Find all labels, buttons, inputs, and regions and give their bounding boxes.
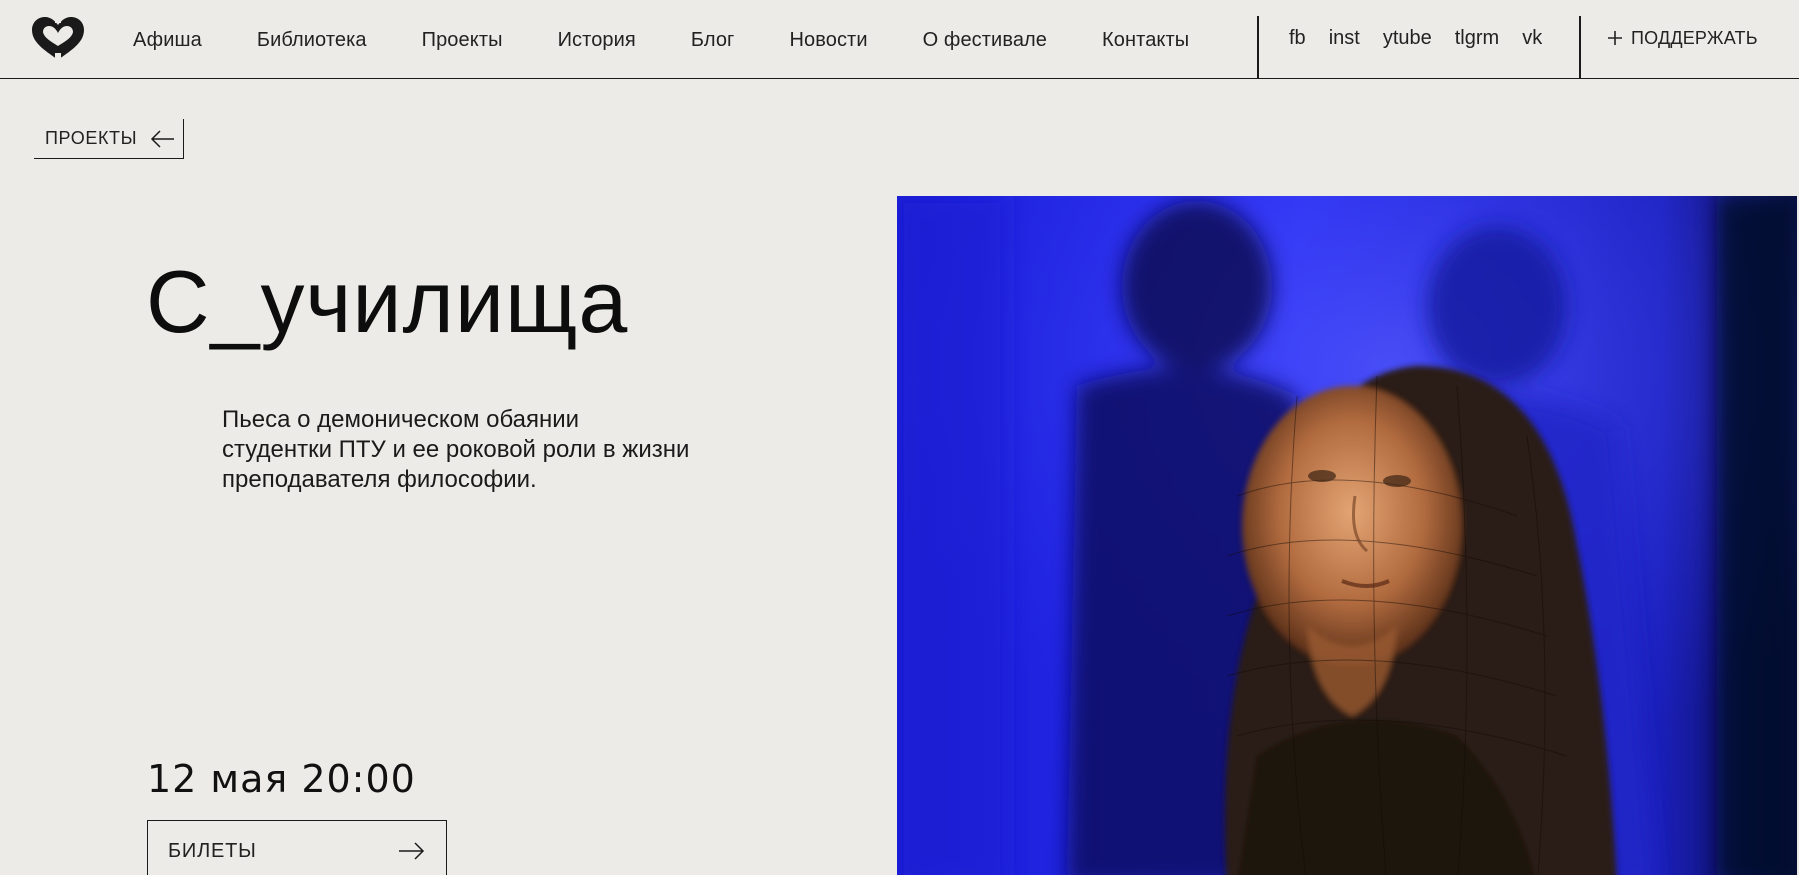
nav-item-history[interactable]: История [558, 29, 636, 52]
nav-item-news[interactable]: Новости [789, 29, 867, 52]
social-link-fb[interactable]: fb [1289, 27, 1306, 50]
project-description: Пьеса о демоническом обаянии студентки П… [222, 406, 690, 493]
site-header: Афиша Библиотека Проекты История Блог Но… [0, 0, 1799, 79]
page-title: С_училища [146, 252, 629, 351]
tickets-label: БИЛЕТЫ [168, 839, 257, 862]
plus-icon [1607, 30, 1623, 48]
header-divider [1579, 16, 1581, 79]
arrow-left-icon [151, 129, 175, 148]
social-links: fb inst ytube tlgrm vk [1289, 27, 1565, 50]
support-button[interactable]: ПОДДЕРЖАТЬ [1607, 28, 1758, 49]
event-datetime: 12 мая 20:00 [147, 757, 416, 801]
project-photo [897, 196, 1797, 875]
nav-item-contacts[interactable]: Контакты [1102, 29, 1189, 52]
back-to-projects-link[interactable]: ПРОЕКТЫ [34, 119, 184, 159]
arrow-right-icon [399, 842, 425, 860]
support-label: ПОДДЕРЖАТЬ [1631, 28, 1758, 48]
tickets-button[interactable]: БИЛЕТЫ [147, 820, 447, 875]
header-divider [1257, 16, 1259, 79]
nav-item-about[interactable]: О фестивале [923, 29, 1047, 52]
nav-item-library[interactable]: Библиотека [257, 29, 367, 52]
social-link-ytube[interactable]: ytube [1383, 27, 1432, 50]
page: Афиша Библиотека Проекты История Блог Но… [0, 0, 1799, 875]
main-nav: Афиша Библиотека Проекты История Блог Но… [133, 26, 1244, 54]
heart-logo-icon[interactable] [30, 16, 86, 62]
social-link-tlgrm[interactable]: tlgrm [1455, 27, 1499, 50]
nav-item-blog[interactable]: Блог [691, 29, 735, 52]
nav-item-afisha[interactable]: Афиша [133, 29, 202, 52]
social-link-inst[interactable]: inst [1329, 27, 1360, 50]
nav-item-projects[interactable]: Проекты [422, 29, 503, 52]
breadcrumb-label: ПРОЕКТЫ [45, 128, 138, 148]
social-link-vk[interactable]: vk [1522, 27, 1542, 50]
